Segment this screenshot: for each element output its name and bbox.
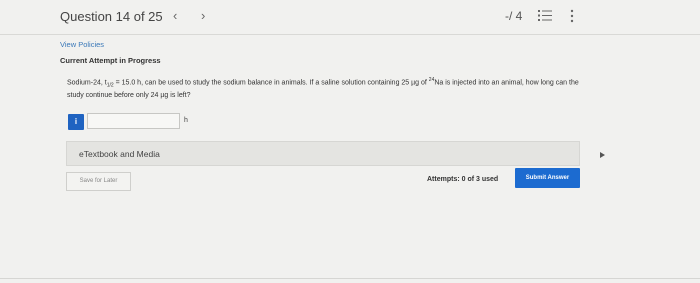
list-icon[interactable]: [538, 10, 552, 21]
save-for-later-button[interactable]: Save for Later: [66, 172, 131, 191]
more-vertical-icon[interactable]: [569, 9, 575, 23]
chevron-right-icon[interactable]: ›: [201, 8, 205, 23]
question-text-part2: = 15.0 h, can be used to study the sodiu…: [113, 79, 429, 87]
question-text-part1: Sodium-24, t: [67, 79, 107, 87]
answer-input[interactable]: [87, 113, 180, 129]
answer-unit-label: h: [184, 117, 188, 124]
etextbook-label: eTextbook and Media: [79, 149, 160, 159]
etextbook-media-panel[interactable]: eTextbook and Media: [66, 141, 580, 166]
attempts-counter: Attempts: 0 of 3 used: [427, 176, 499, 183]
info-icon[interactable]: i: [68, 114, 84, 130]
half-life-subscript: 1/2: [106, 82, 114, 89]
chevron-right-icon: [600, 152, 605, 158]
question-header: Question 14 of 25 ‹ › -/ 4: [0, 0, 700, 35]
chevron-left-icon[interactable]: ‹: [173, 8, 177, 23]
question-prompt: Sodium-24, t1/2 = 15.0 h, can be used to…: [67, 75, 582, 101]
divider: [0, 278, 700, 279]
score-indicator: -/ 4: [505, 9, 523, 23]
view-policies-link[interactable]: View Policies: [60, 40, 104, 49]
attempt-status-text: Current Attempt in Progress: [60, 56, 161, 65]
submit-answer-button[interactable]: Submit Answer: [515, 168, 580, 188]
question-counter: Question 14 of 25: [60, 9, 163, 24]
